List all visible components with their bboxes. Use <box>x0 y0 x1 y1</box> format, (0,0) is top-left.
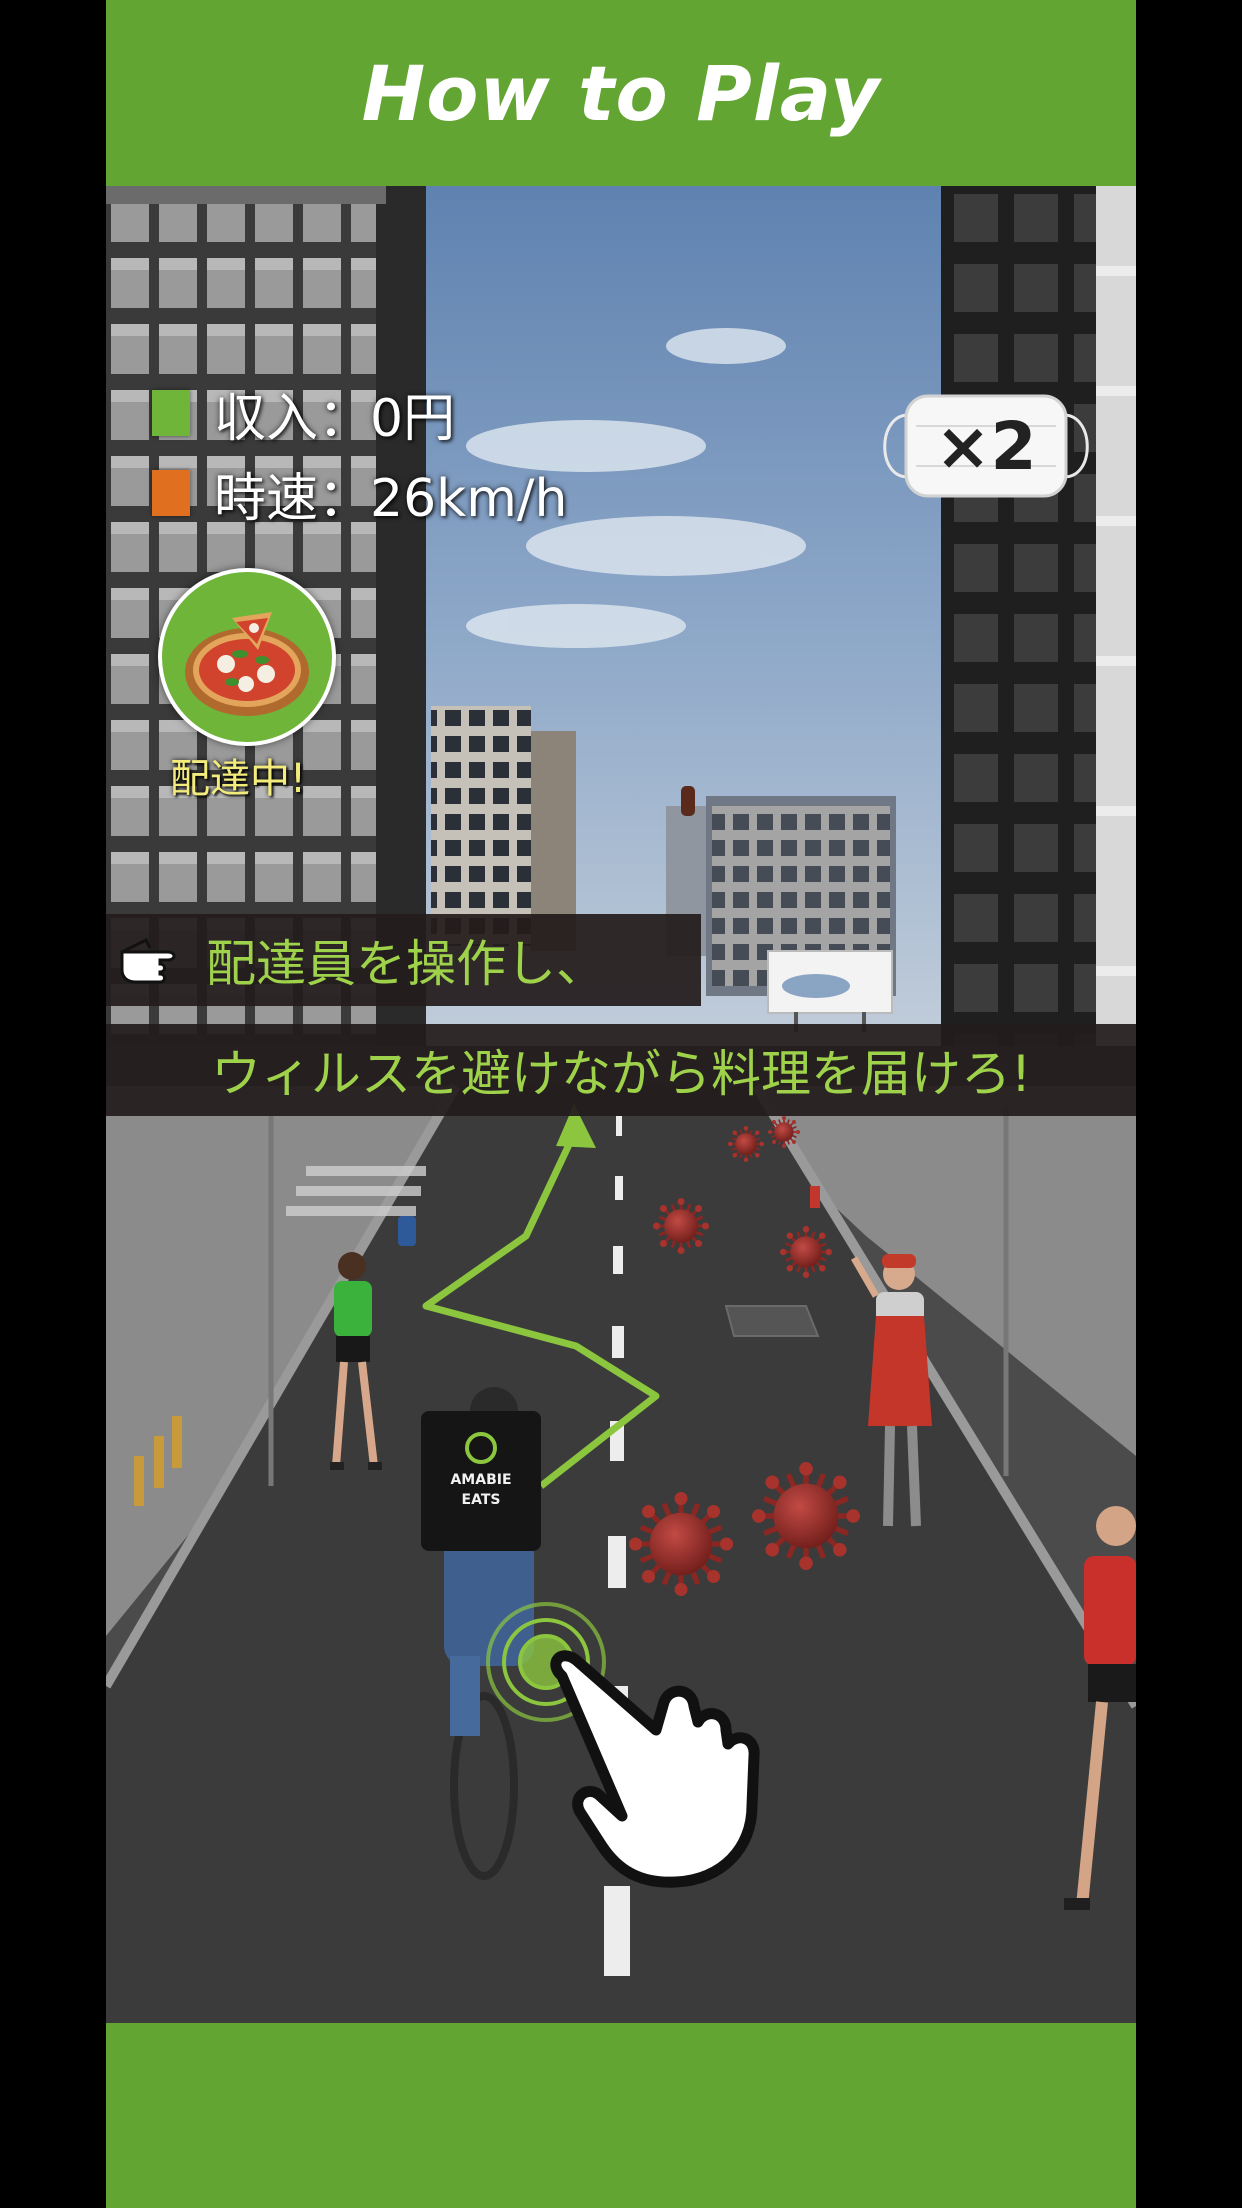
virus-icon <box>727 1125 765 1163</box>
speed-color-swatch <box>152 470 190 516</box>
speed-indicator: 時速：26km/h <box>152 458 568 529</box>
mask-multiplier-badge: ×2 <box>866 376 1106 516</box>
virus-icon <box>752 1462 860 1570</box>
instruction-caption-1: 配達員を操作し、 <box>106 914 701 1006</box>
delivery-status: 配達中! <box>170 756 307 802</box>
backpack-label-line2: EATS <box>462 1492 501 1508</box>
mask-multiplier-text: ×2 <box>935 407 1037 485</box>
current-order-badge <box>158 568 336 746</box>
instruction-caption-2: ウィルスを避けながら料理を届けろ! <box>106 1024 1136 1116</box>
virus-icon <box>778 1224 834 1280</box>
income-indicator: 収入：0円 <box>152 378 456 449</box>
page-title: How to Play <box>361 48 881 138</box>
virus-icon <box>651 1196 711 1256</box>
speed-text: 時速：26km/h <box>214 468 568 529</box>
virus-icon <box>767 1115 801 1149</box>
screenshot-frame: How to Play AMABIE EATS 収入：0円 時速：26km/h … <box>106 0 1136 2208</box>
income-color-swatch <box>152 390 190 436</box>
instruction-text-1: 配達員を操作し、 <box>206 935 606 993</box>
footer-bar <box>106 2023 1136 2208</box>
pizza-icon <box>185 612 309 716</box>
pointing-hand-icon <box>120 937 176 984</box>
backpack-label-line1: AMABIE <box>450 1472 511 1488</box>
game-view[interactable]: AMABIE EATS 収入：0円 時速：26km/h 配達中! ×2 配達員を… <box>106 186 1136 2023</box>
income-text: 収入：0円 <box>214 388 456 449</box>
instruction-text-2: ウィルスを避けながら料理を届けろ! <box>210 1045 1032 1103</box>
virus-icon <box>629 1492 733 1596</box>
